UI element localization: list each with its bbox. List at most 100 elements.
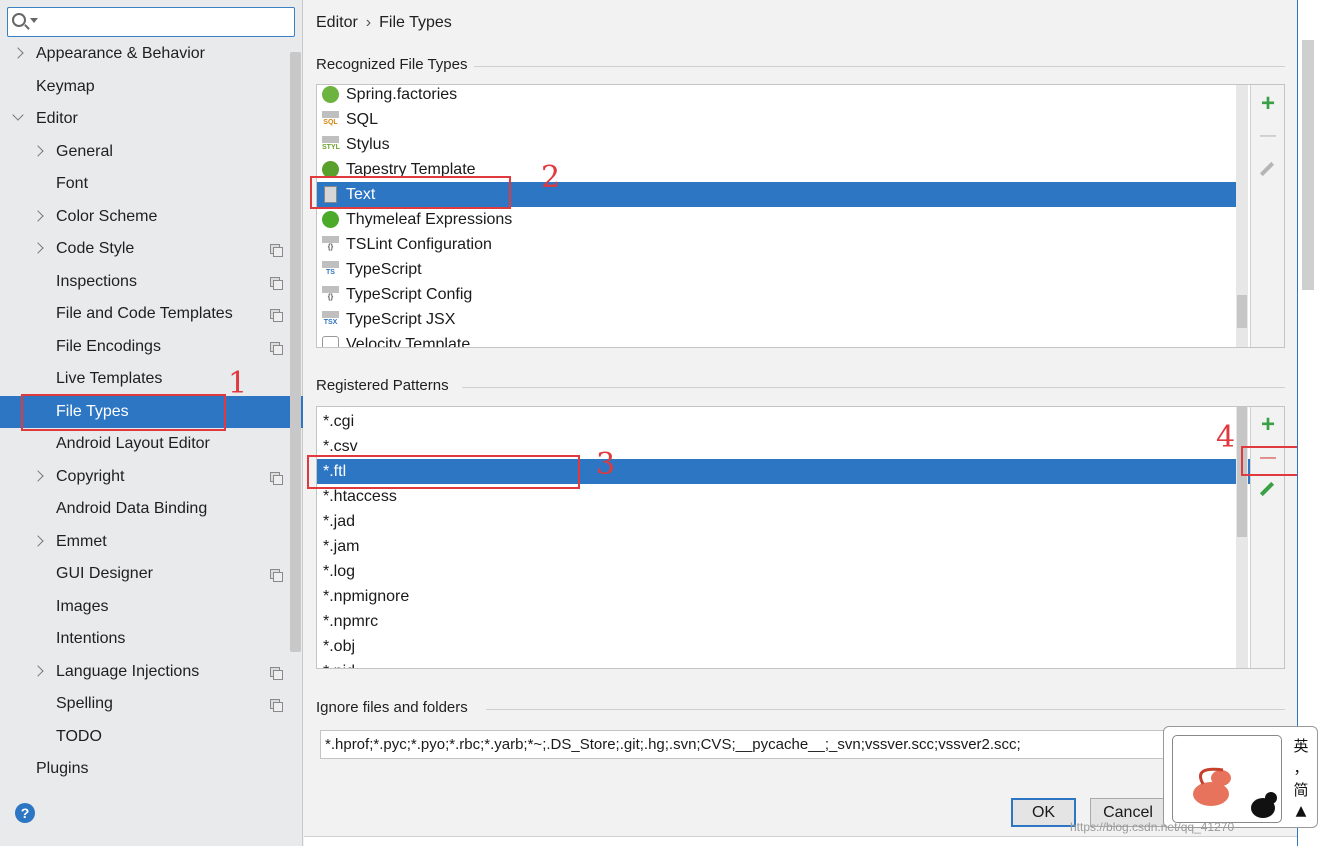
- ime-punctuation-label[interactable]: ，: [1291, 757, 1311, 778]
- ime-language-label[interactable]: 英: [1291, 735, 1311, 756]
- pattern-row[interactable]: *.npmrc: [317, 609, 1250, 634]
- pattern-row[interactable]: *.cgi: [317, 409, 1250, 434]
- sidebar-item-general[interactable]: General: [0, 136, 289, 169]
- sidebar-item-plugins[interactable]: Plugins: [0, 753, 289, 786]
- sidebar-item-images[interactable]: Images: [0, 591, 289, 624]
- sidebar-item-gui-designer[interactable]: GUI Designer: [0, 558, 289, 591]
- remove-file-type-button[interactable]: —: [1257, 125, 1279, 147]
- pattern-name: *.jam: [323, 538, 360, 555]
- project-scope-icon: [270, 569, 283, 582]
- annotation-box-file-types: [21, 394, 226, 431]
- search-options-chevron-icon[interactable]: [30, 18, 38, 23]
- sidebar-item-emmet[interactable]: Emmet: [0, 526, 289, 559]
- chevron-right-icon[interactable]: [32, 209, 44, 222]
- sidebar-item-spelling[interactable]: Spelling: [0, 688, 289, 721]
- section-divider: [474, 66, 1285, 67]
- project-scope-icon: [270, 341, 283, 355]
- file-type-row[interactable]: Velocity Template: [317, 332, 1236, 348]
- chevron-right-icon[interactable]: [12, 47, 24, 59]
- chevron-right-icon[interactable]: [32, 664, 44, 677]
- pattern-row[interactable]: *.npmignore: [317, 584, 1250, 609]
- pattern-row[interactable]: *.obj: [317, 634, 1250, 659]
- registered-patterns-list[interactable]: *.cgi *.csv *.ftl *.htaccess *.jad *.jam *.log…: [316, 406, 1285, 669]
- project-scope-icon: [270, 244, 283, 257]
- ime-status-widget[interactable]: 英 ， 简 ▲: [1163, 726, 1318, 828]
- bottom-status-strip: [304, 836, 1297, 846]
- sidebar-item-android-layout-editor[interactable]: Android Layout Editor: [0, 428, 289, 461]
- sidebar-item-keymap[interactable]: Keymap: [0, 71, 289, 104]
- pattern-row[interactable]: *.jam: [317, 534, 1250, 559]
- file-type-row[interactable]: Spring.factories: [317, 85, 1236, 107]
- edit-file-type-icon[interactable]: [1259, 161, 1275, 177]
- sidebar-item-label: Android Layout Editor: [56, 435, 210, 452]
- sidebar-item-label: File and Code Templates: [56, 305, 233, 322]
- background-scrollbar: [1302, 40, 1314, 290]
- ignore-files-input[interactable]: *.hprof;*.pyc;*.pyo;*.rbc;*.yarb;*~;.DS_…: [320, 730, 1190, 759]
- add-file-type-button[interactable]: +: [1257, 92, 1279, 116]
- chevron-right-icon[interactable]: [32, 144, 44, 157]
- pattern-row[interactable]: *.jad: [317, 509, 1250, 534]
- chevron-down-icon[interactable]: [12, 109, 24, 121]
- recognized-file-types-list[interactable]: Spring.factories SQL SQL STYL Stylus Tapestry…: [316, 84, 1285, 348]
- annotation-number-1: 1: [228, 366, 248, 401]
- sidebar-item-code-style[interactable]: Code Style: [0, 233, 289, 266]
- project-scope-icon: [270, 276, 283, 290]
- sql-icon: SQL: [322, 111, 339, 128]
- section-divider: [462, 387, 1285, 388]
- pattern-row[interactable]: *.pid: [317, 659, 1250, 668]
- file-type-row[interactable]: Thymeleaf Expressions: [317, 207, 1236, 232]
- pattern-row[interactable]: *.log: [317, 559, 1250, 584]
- search-icon: [12, 13, 26, 27]
- pattern-name: *.cgi: [323, 413, 355, 430]
- file-type-name: TypeScript Config: [346, 286, 473, 303]
- file-type-row[interactable]: TSX TypeScript JSX: [317, 307, 1236, 332]
- file-type-name: Velocity Template: [346, 336, 471, 348]
- sidebar-item-label: Copyright: [56, 467, 125, 485]
- recognized-file-types-title: Recognized File Types: [316, 56, 468, 73]
- sidebar-item-android-data-binding[interactable]: Android Data Binding: [0, 493, 289, 526]
- sidebar-item-color-scheme[interactable]: Color Scheme: [0, 201, 289, 234]
- sidebar-item-label: Live Templates: [56, 370, 163, 387]
- recognized-list-scrollbar[interactable]: [1236, 85, 1248, 347]
- ignore-files-title: Ignore files and folders: [316, 699, 468, 716]
- chevron-right-icon[interactable]: [32, 242, 44, 254]
- sidebar-item-appearance-behavior[interactable]: Appearance & Behavior: [0, 38, 289, 71]
- settings-search-input[interactable]: [7, 7, 295, 37]
- file-type-name: TypeScript JSX: [346, 311, 456, 328]
- sidebar-item-inspections[interactable]: Inspections: [0, 266, 289, 299]
- ime-skin-icon[interactable]: ▲: [1291, 803, 1311, 819]
- ok-button[interactable]: OK: [1011, 798, 1076, 827]
- add-pattern-button[interactable]: +: [1257, 413, 1279, 437]
- edit-pattern-icon[interactable]: [1259, 481, 1275, 497]
- watermark-text: https://blog.csdn.net/qq_41270: [1070, 820, 1235, 834]
- pattern-name: *.obj: [323, 638, 356, 655]
- velocity-icon: [322, 336, 339, 347]
- sidebar-scrollbar[interactable]: [290, 52, 301, 652]
- tsx-icon: TSX: [322, 311, 339, 328]
- file-type-row[interactable]: STYL Stylus: [317, 132, 1236, 157]
- annotation-box-ftl: [307, 455, 580, 489]
- sidebar-item-todo[interactable]: TODO: [0, 721, 289, 754]
- project-scope-icon: [270, 309, 283, 322]
- file-type-row[interactable]: {} TypeScript Config: [317, 282, 1236, 307]
- sidebar-item-copyright[interactable]: Copyright: [0, 461, 289, 494]
- sidebar-item-file-and-code-templates[interactable]: File and Code Templates: [0, 298, 289, 331]
- chevron-right-icon[interactable]: [32, 469, 44, 482]
- sidebar-item-font[interactable]: Font: [0, 168, 289, 201]
- sidebar-item-intentions[interactable]: Intentions: [0, 623, 289, 656]
- file-type-name: TypeScript: [346, 261, 422, 278]
- sidebar-item-label: Android Data Binding: [56, 500, 208, 517]
- recognized-list-scroll-thumb[interactable]: [1237, 295, 1247, 328]
- file-type-row[interactable]: SQL SQL: [317, 107, 1236, 132]
- file-type-name: SQL: [346, 111, 379, 128]
- sidebar-item-file-encodings[interactable]: File Encodings: [0, 331, 289, 364]
- file-type-row[interactable]: {} TSLint Configuration: [317, 232, 1236, 257]
- breadcrumb-parent: Editor: [316, 14, 358, 31]
- recognized-toolbar: + —: [1250, 85, 1284, 347]
- help-icon[interactable]: ?: [15, 803, 35, 823]
- sidebar-item-language-injections[interactable]: Language Injections: [0, 656, 289, 689]
- ime-simplified-label[interactable]: 简: [1291, 779, 1311, 800]
- sidebar-item-editor[interactable]: Editor: [0, 103, 289, 136]
- file-type-row[interactable]: TS TypeScript: [317, 257, 1236, 282]
- chevron-right-icon[interactable]: [32, 534, 44, 547]
